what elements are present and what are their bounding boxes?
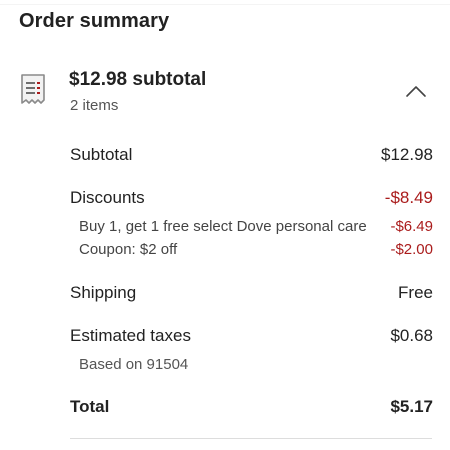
shipping-label: Shipping (70, 283, 137, 302)
taxes-zip-note: Based on 91504 (79, 356, 189, 373)
items-count: 2 items (70, 97, 119, 114)
taxes-row: Estimated taxes $0.68 (70, 326, 433, 348)
subtotal-heading: $12.98 subtotal (69, 69, 207, 90)
order-summary-page: Order summary $12.98 subtotal 2 items Su… (0, 0, 450, 450)
receipt-icon (21, 74, 45, 104)
discounts-row: Discounts -$8.49 (70, 188, 433, 210)
discounts-value: -$8.49 (384, 188, 433, 207)
subtotal-toggle[interactable]: $12.98 subtotal 2 items (0, 64, 450, 122)
top-edge (0, 0, 450, 5)
divider (70, 438, 432, 439)
subtotal-value: $12.98 (381, 145, 433, 164)
discount-item-value: -$6.49 (390, 218, 433, 235)
total-label: Total (70, 397, 110, 416)
discount-item-label: Buy 1, get 1 free select Dove personal c… (79, 218, 367, 235)
discount-item: Coupon: $2 off -$2.00 (79, 241, 433, 261)
discount-item: Buy 1, get 1 free select Dove personal c… (79, 218, 433, 238)
subtotal-row: Subtotal $12.98 (70, 145, 433, 167)
discount-item-value: -$2.00 (390, 241, 433, 258)
page-title: Order summary (19, 10, 170, 32)
discounts-label: Discounts (70, 188, 145, 207)
total-value: $5.17 (390, 397, 433, 416)
taxes-label: Estimated taxes (70, 326, 191, 345)
subtotal-label: Subtotal (70, 145, 133, 164)
shipping-value: Free (398, 283, 433, 302)
shipping-row: Shipping Free (70, 283, 433, 305)
taxes-value: $0.68 (390, 326, 433, 345)
total-row: Total $5.17 (70, 397, 433, 419)
discount-item-label: Coupon: $2 off (79, 241, 178, 258)
chevron-up-icon[interactable] (403, 78, 429, 104)
